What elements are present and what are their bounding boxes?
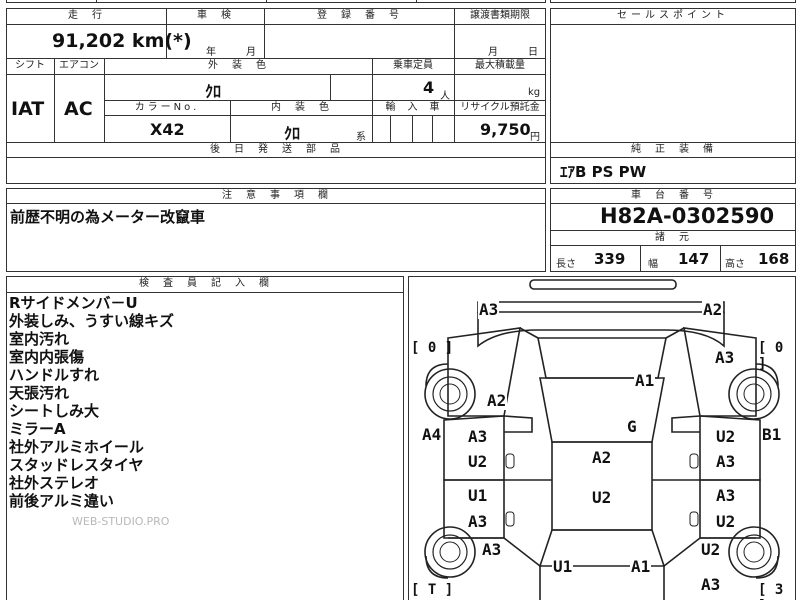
remark-item: ハンドルすれ bbox=[9, 366, 100, 384]
tire-label-front-right: [ 0 ] bbox=[758, 340, 784, 372]
tire-front-left-icon bbox=[424, 368, 476, 420]
length-value: 339 bbox=[594, 250, 626, 268]
width-value: 147 bbox=[678, 250, 710, 268]
damage-code: A3 bbox=[700, 575, 722, 594]
damage-code: A1 bbox=[630, 557, 652, 576]
interior-color-header: 内 装 色 bbox=[271, 102, 331, 113]
remark-item: 室内汚れ bbox=[9, 330, 70, 348]
height-label: 高さ bbox=[725, 259, 745, 270]
transfer-month-label: 月 bbox=[488, 47, 498, 58]
damage-code: G bbox=[626, 417, 638, 436]
remark-item: 社外ステレオ bbox=[9, 474, 100, 492]
damage-code: A3 bbox=[715, 452, 737, 471]
remark-item: ミラーA bbox=[9, 420, 66, 438]
damage-code: U2 bbox=[467, 452, 489, 471]
capacity-header: 乗車定員 bbox=[393, 60, 433, 71]
damage-code: A2 bbox=[486, 391, 508, 410]
damage-code: A2 bbox=[591, 448, 613, 467]
tire-label-rear-right: [ 3 ] bbox=[758, 582, 784, 600]
inspector-remarks-list: Rサイドメンバ－U 外装しみ、うすい線キズ 室内汚れ 室内内張傷 ハンドルすれ … bbox=[9, 294, 174, 510]
damage-code: U2 bbox=[715, 427, 737, 446]
damage-code: A3 bbox=[467, 512, 489, 531]
watermark: WEB-STUDIO.PRO bbox=[72, 515, 170, 528]
aircon-value: AC bbox=[64, 98, 93, 120]
inspector-header: 検 査 員 記 入 欄 bbox=[139, 278, 271, 289]
remark-item: スタッドレスタイヤ bbox=[9, 456, 144, 474]
height-value: 168 bbox=[758, 250, 790, 268]
length-label: 長さ bbox=[556, 259, 576, 270]
import-header: 輸 入 車 bbox=[385, 102, 441, 113]
damage-code: B1 bbox=[761, 425, 783, 444]
notes-value: 前歴不明の為メーター改竄車 bbox=[10, 208, 206, 226]
mileage-header: 走 行 bbox=[68, 10, 104, 21]
sales-points-header: セールスポイント bbox=[617, 10, 729, 21]
recycle-value: 9,750 bbox=[480, 120, 531, 139]
remark-item: Rサイドメンバ－U bbox=[9, 294, 138, 312]
mileage-value: 91,202 km(*) bbox=[52, 30, 192, 52]
max-load-unit: kg bbox=[528, 87, 541, 98]
damage-code: U2 bbox=[715, 512, 737, 531]
recycle-header: リサイクル預託金 bbox=[460, 102, 540, 113]
notes-header: 注 意 事 項 欄 bbox=[222, 190, 330, 201]
shift-header: シフト bbox=[15, 60, 45, 71]
damage-code: U1 bbox=[467, 486, 489, 505]
standard-equipment-header: 純 正 装 備 bbox=[631, 144, 715, 155]
exterior-color-value: ｸﾛ bbox=[205, 82, 222, 101]
inspection-header: 車 検 bbox=[197, 10, 233, 21]
recycle-unit: 円 bbox=[530, 132, 540, 143]
remark-item: 天張汚れ bbox=[9, 384, 70, 402]
inspection-year-label: 年 bbox=[206, 47, 216, 58]
chassis-value: H82A-0302590 bbox=[600, 204, 775, 228]
damage-code: A3 bbox=[481, 540, 503, 559]
aircon-header: エアコン bbox=[59, 60, 99, 71]
color-no-header: カラーNo. bbox=[134, 102, 200, 113]
max-load-header: 最大積載量 bbox=[475, 60, 525, 71]
tire-label-front-left: [ 0 ] bbox=[411, 340, 454, 356]
tire-front-right-icon bbox=[728, 368, 780, 420]
damage-code: U2 bbox=[591, 488, 613, 507]
interior-color-value: ｸﾛ bbox=[284, 124, 301, 143]
capacity-unit: 人 bbox=[440, 91, 450, 102]
top-strip-right bbox=[550, 0, 796, 3]
damage-code: A4 bbox=[421, 425, 443, 444]
front-bumper-shape bbox=[529, 279, 677, 290]
chassis-header: 車 台 番 号 bbox=[631, 190, 715, 201]
damage-code: A1 bbox=[634, 371, 656, 390]
remark-item: 外装しみ、うすい線キズ bbox=[9, 312, 175, 330]
specs-header: 諸 元 bbox=[655, 232, 691, 243]
remark-item: 前後アルミ違い bbox=[9, 492, 114, 510]
shift-value: IAT bbox=[11, 98, 45, 120]
later-parts-header: 後 日 発 送 部 品 bbox=[210, 144, 342, 155]
damage-code: U1 bbox=[552, 557, 574, 576]
tire-rear-left-icon bbox=[424, 526, 476, 578]
color-no-value: X42 bbox=[150, 120, 185, 139]
damage-code: U2 bbox=[700, 540, 722, 559]
remark-item: シートしみ大 bbox=[9, 402, 100, 420]
tire-rear-right-icon bbox=[728, 526, 780, 578]
width-label: 幅 bbox=[648, 259, 658, 270]
capacity-value: 4 bbox=[423, 78, 435, 97]
registration-header: 登 録 番 号 bbox=[317, 10, 401, 21]
top-strip bbox=[6, 0, 546, 3]
interior-color-suffix: 系 bbox=[356, 132, 366, 143]
standard-equipment-value: ｴｱB PS PW bbox=[560, 163, 647, 181]
damage-code: A3 bbox=[467, 427, 489, 446]
front-right-fender bbox=[683, 327, 757, 417]
inspection-month-label: 月 bbox=[246, 47, 256, 58]
transfer-header: 譲渡書類期限 bbox=[470, 10, 530, 21]
damage-code: A3 bbox=[714, 348, 736, 367]
tire-label-rear-left: [ T ] bbox=[411, 582, 454, 598]
exterior-color-header: 外 装 色 bbox=[208, 60, 268, 71]
remark-item: 室内内張傷 bbox=[9, 348, 85, 366]
damage-code: A3 bbox=[715, 486, 737, 505]
transfer-day-label: 日 bbox=[528, 47, 538, 58]
remark-item: 社外アルミホイール bbox=[9, 438, 144, 456]
damage-code: A2 bbox=[702, 300, 724, 319]
damage-code: A3 bbox=[478, 300, 500, 319]
hood-outline bbox=[477, 301, 725, 313]
